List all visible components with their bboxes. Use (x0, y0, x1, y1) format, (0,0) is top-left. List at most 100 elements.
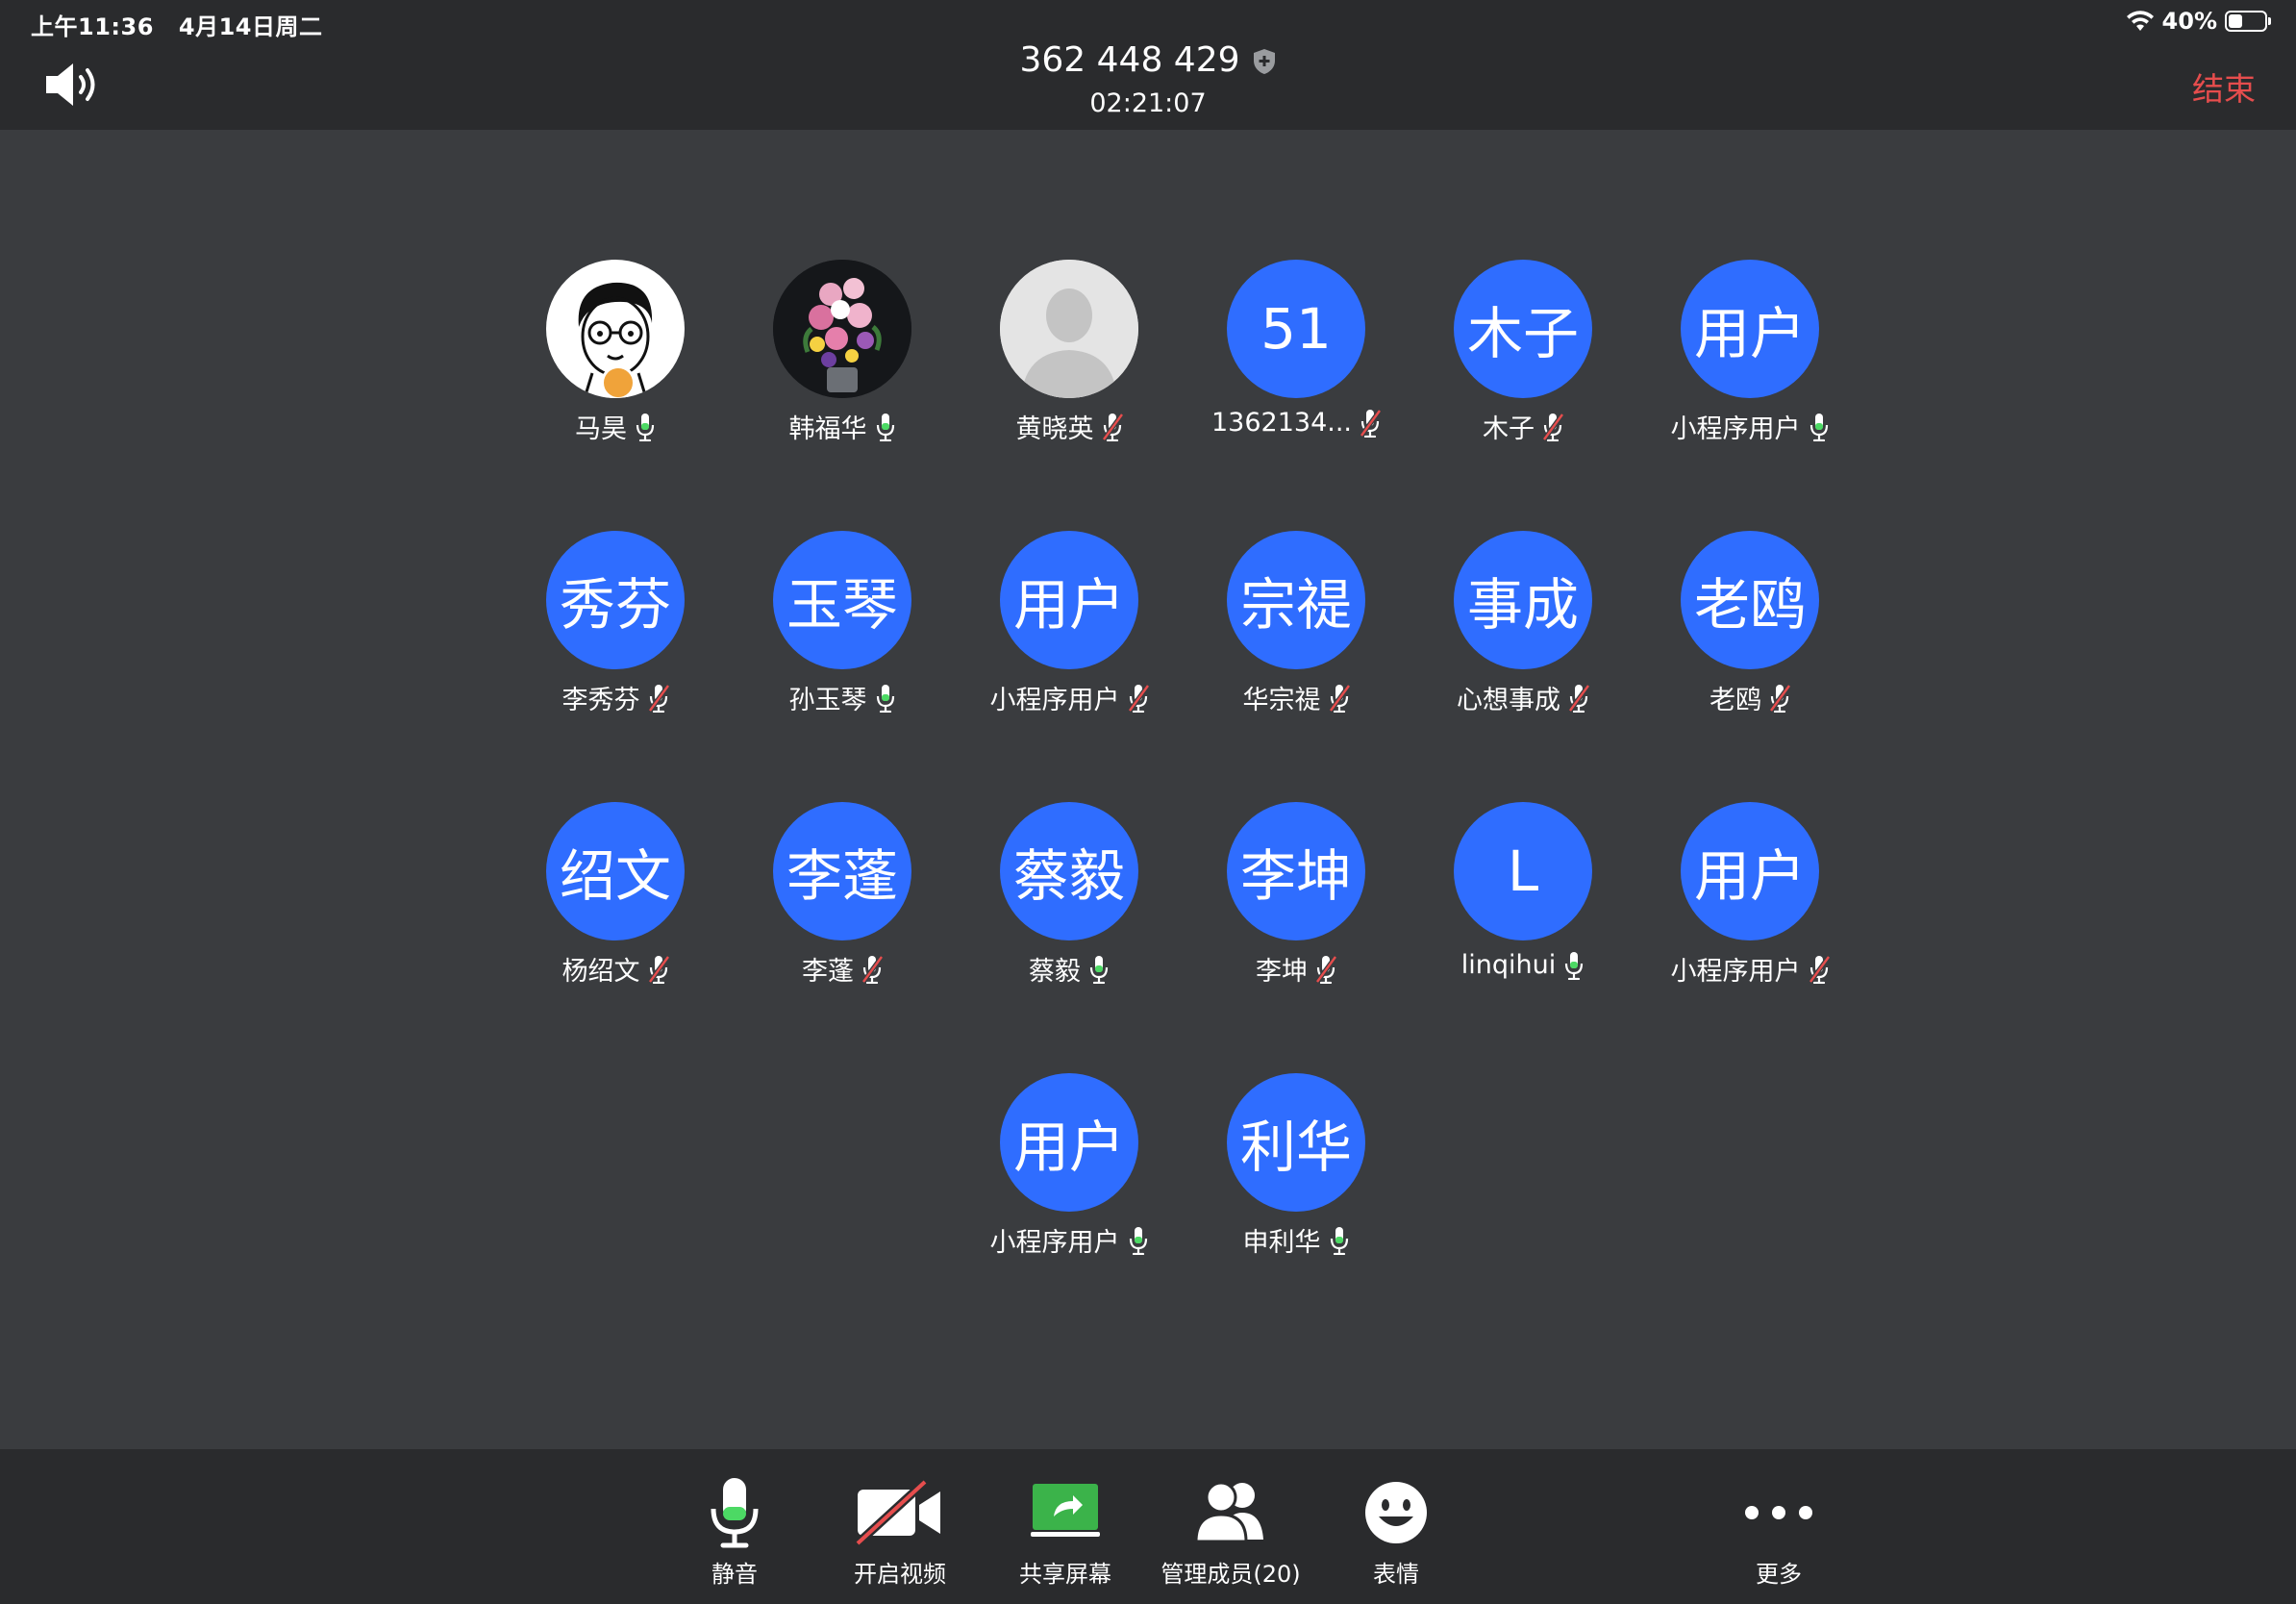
participant-name-row: 蔡毅 (1029, 950, 1110, 988)
participant-tile[interactable]: 黄晓英 (956, 260, 1183, 531)
mic-muted-icon (1127, 684, 1149, 713)
participant-avatar: 蔡毅 (1000, 802, 1138, 940)
participant-name: 韩福华 (788, 414, 867, 444)
participant-avatar (546, 260, 685, 398)
participant-avatar: 老鸥 (1681, 531, 1819, 669)
participant-name: 小程序用户 (1670, 957, 1801, 987)
mic-muted-icon (1542, 413, 1563, 441)
participant-tile[interactable]: 李蓬 李蓬 (729, 802, 956, 1073)
mic-muted-icon (1769, 684, 1790, 713)
participant-tile[interactable]: 李坤 李坤 (1183, 802, 1410, 1073)
participant-name-row: 李秀芬 (562, 679, 669, 716)
participant-name-row: 杨绍文 (562, 950, 669, 988)
mic-on-icon (1089, 955, 1109, 984)
manage-members-label: 管理成员(20) (1160, 1561, 1301, 1588)
participant-tile[interactable]: 用户 小程序用户 (956, 531, 1183, 802)
participant-tile[interactable]: 韩福华 (729, 260, 956, 531)
share-screen-button[interactable]: 共享屏幕 (979, 1476, 1152, 1589)
mic-on-icon (876, 684, 894, 713)
participant-tile[interactable]: 玉琴 孙玉琴 (729, 531, 956, 802)
participant-name-row: 马昊 (575, 408, 656, 445)
mic-muted-icon (647, 955, 669, 984)
participant-name-row: 老鸥 (1710, 679, 1790, 716)
participant-tile[interactable]: 利华 申利华 (1183, 1073, 1410, 1344)
meeting-toolbar: 静音 开启视频 共享屏幕 管理成员(20) 表情 更多 (0, 1449, 2296, 1604)
more-label: 更多 (1756, 1561, 1802, 1588)
participant-tile[interactable]: 木子 木子 (1410, 260, 1636, 531)
participant-name-row: 华宗禔 (1243, 679, 1350, 716)
participant-name: 李坤 (1256, 957, 1308, 987)
mic-on-icon (1565, 951, 1584, 980)
participant-tile[interactable]: 蔡毅 蔡毅 (956, 802, 1183, 1073)
battery-icon (2225, 11, 2271, 32)
manage-members-button[interactable]: 管理成员(20) (1144, 1476, 1317, 1589)
participant-tile[interactable]: Llinqihui (1410, 802, 1636, 1073)
participant-tile[interactable]: 秀芬 李秀芬 (502, 531, 729, 802)
meeting-id-text: 362 448 429 (1019, 40, 1240, 80)
participant-tile[interactable]: 马昊 (502, 260, 729, 531)
participant-name-row: 小程序用户 (1671, 408, 1830, 445)
participant-avatar: 事成 (1454, 531, 1592, 669)
battery-percent: 40% (2161, 8, 2217, 35)
participant-name-row: 李坤 (1256, 950, 1336, 988)
mute-label: 静音 (711, 1561, 758, 1588)
participant-name: 蔡毅 (1029, 957, 1081, 987)
end-meeting-button[interactable]: 结束 (2192, 63, 2256, 110)
participant-avatar: 李蓬 (773, 802, 911, 940)
participant-name: 木子 (1483, 414, 1535, 444)
status-date: 4月14日周二 (178, 13, 323, 40)
participant-name: 黄晓英 (1015, 414, 1094, 444)
participant-name: 李秀芬 (562, 686, 640, 715)
mic-on-icon (636, 413, 655, 441)
default-avatar-icon (1000, 260, 1138, 398)
emoji-button[interactable]: 表情 (1310, 1476, 1483, 1589)
meeting-duration: 02:21:07 (1089, 88, 1207, 118)
meeting-id[interactable]: 362 448 429 (0, 40, 2296, 80)
participant-row: 绍文 杨绍文 李蓬 李蓬 蔡毅 蔡毅 李坤 李坤 Llinqihui 用户 小程序用户 (502, 802, 1867, 1073)
mic-on-icon (1129, 1226, 1147, 1255)
participant-tile[interactable]: 用户 小程序用户 (956, 1073, 1183, 1344)
mic-on-icon (1809, 413, 1828, 441)
participant-avatar: 宗禔 (1227, 531, 1365, 669)
share-screen-icon (1031, 1484, 1100, 1537)
start-video-button[interactable]: 开启视频 (813, 1476, 986, 1589)
participant-tile[interactable]: 绍文杨绍文 (502, 802, 729, 1073)
participant-avatar: 绍文 (546, 802, 685, 940)
participant-avatar (1000, 260, 1138, 398)
members-icon (1194, 1481, 1263, 1543)
participant-tile[interactable]: 宗禔 华宗禔 (1183, 531, 1410, 802)
participant-tile[interactable]: 事成 心想事成 (1410, 531, 1636, 802)
share-screen-label: 共享屏幕 (1019, 1561, 1111, 1588)
participant-name: 杨绍文 (562, 957, 640, 987)
participant-row: 秀芬 李秀芬 玉琴 孙玉琴 用户 小程序用户 宗禔 华宗禔 事成 心想事成 老鸥 老鸥 (502, 531, 1867, 802)
participant-name-row: 韩福华 (789, 408, 896, 445)
mic-muted-icon (1568, 684, 1589, 713)
meeting-header: 上午11:36 4月14日周二 40% 362 448 429 02:21:07… (0, 0, 2296, 130)
participant-tile[interactable]: 用户 小程序用户 (1636, 260, 1863, 531)
status-bar-right: 40% (2126, 8, 2271, 35)
participant-name-row: 黄晓英 (1016, 408, 1123, 445)
participant-name-row: 心想事成 (1457, 679, 1589, 716)
mic-muted-icon (1101, 413, 1123, 441)
participant-name: 李蓬 (802, 957, 854, 987)
status-time: 上午11:36 (31, 13, 154, 40)
participant-avatar: 利华 (1227, 1073, 1365, 1212)
participant-name: 心想事成 (1457, 686, 1560, 715)
participant-name: 孙玉琴 (788, 686, 867, 715)
profile-flower-image (773, 260, 911, 398)
participant-avatar: 李坤 (1227, 802, 1365, 940)
mic-muted-icon (1315, 955, 1336, 984)
participant-avatar: 木子 (1454, 260, 1592, 398)
mute-button[interactable]: 静音 (648, 1476, 821, 1589)
meeting-screen: 上午11:36 4月14日周二 40% 362 448 429 02:21:07… (0, 0, 2296, 1604)
participant-grid: 马昊 韩福华 黄晓英 51 1362134... 木子 木子 用户 小程序用户 秀芬 李秀芬 玉琴 孙玉… (502, 260, 1867, 1344)
participant-row: 马昊 韩福华 黄晓英 51 1362134... 木子 木子 用户 小程序用户 (502, 260, 1867, 531)
host-badge-icon (601, 365, 636, 398)
participant-name-row: 1362134... (1211, 408, 1381, 438)
more-button[interactable]: 更多 (1692, 1476, 1865, 1589)
participant-tile[interactable]: 51 1362134... (1183, 260, 1410, 531)
status-bar-left: 上午11:36 4月14日周二 (31, 8, 323, 41)
participant-tile[interactable]: 老鸥 老鸥 (1636, 531, 1863, 802)
participant-tile[interactable]: 用户 小程序用户 (1636, 802, 1863, 1073)
video-off-icon (854, 1478, 940, 1547)
